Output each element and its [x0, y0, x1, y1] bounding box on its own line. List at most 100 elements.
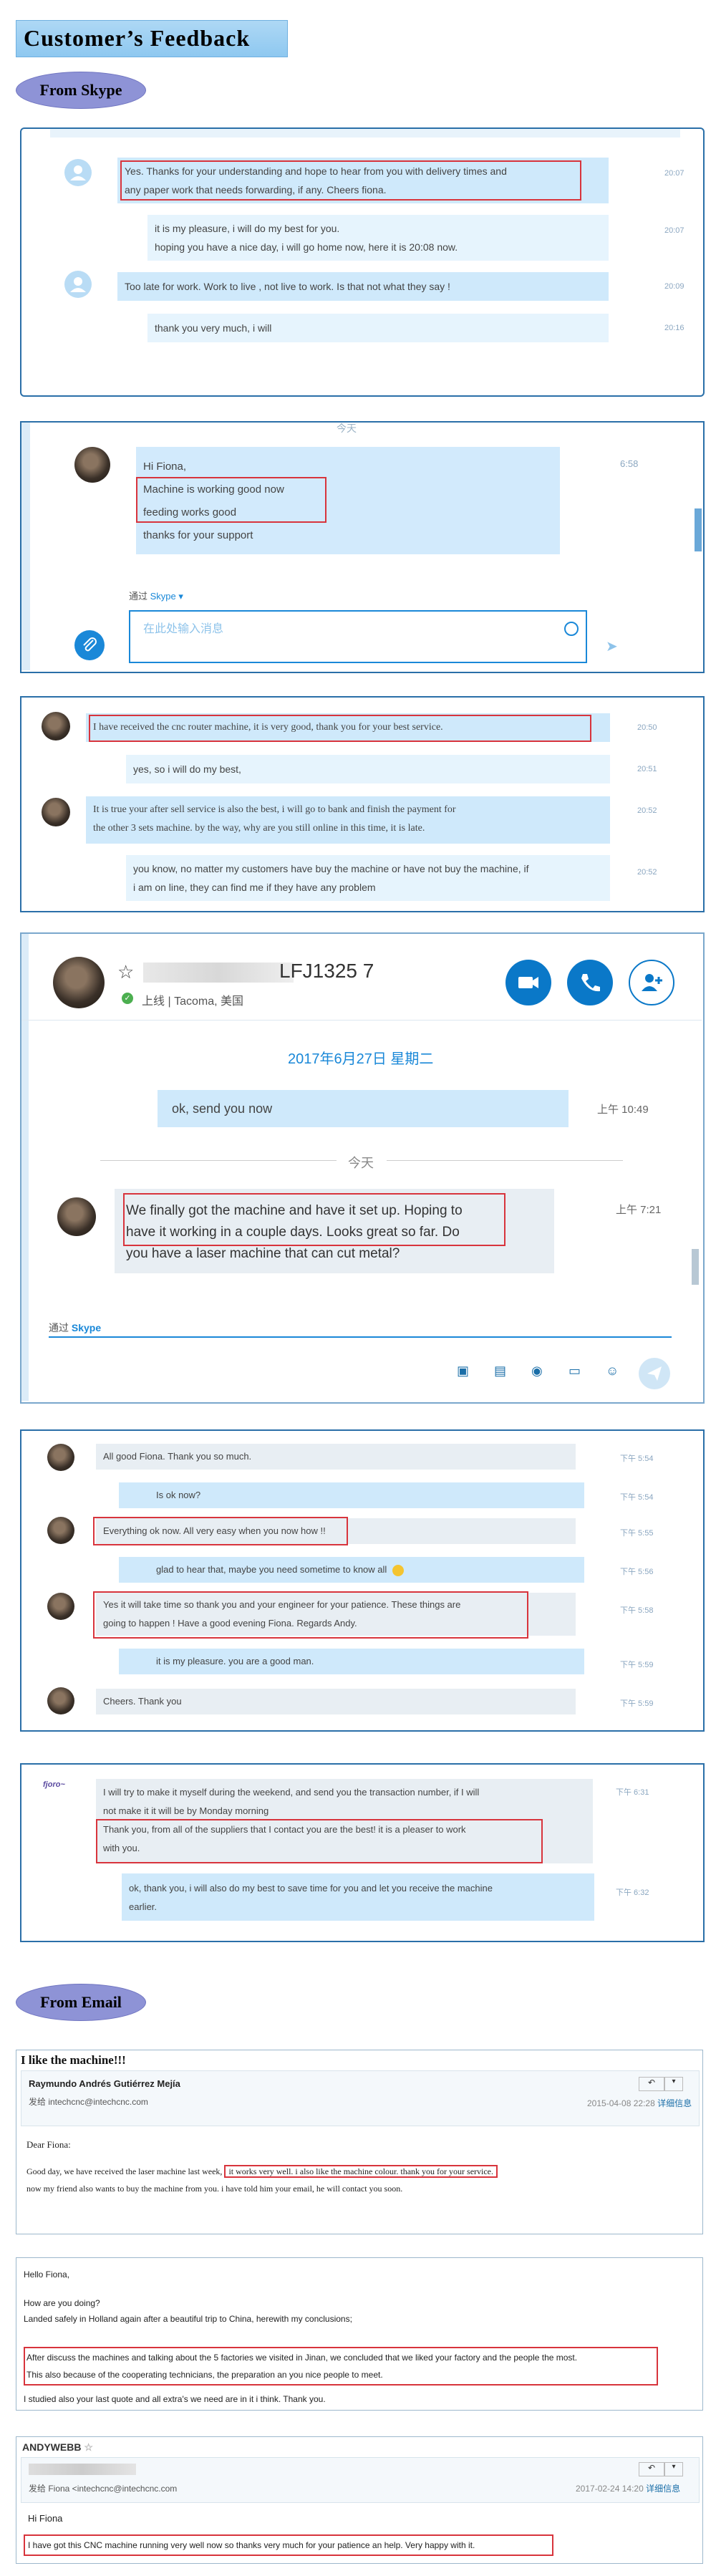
email-body-line: now my friend also wants to buy the mach…	[26, 2184, 403, 2194]
chat-message: It is true your after sell service is al…	[86, 796, 610, 844]
star-icon[interactable]: ☆	[84, 2441, 93, 2453]
add-person-icon	[642, 974, 662, 991]
chevron-down-icon[interactable]: ▾	[178, 591, 183, 602]
add-contact-button[interactable]	[629, 960, 674, 1005]
email-panel-2: Hello Fiona, How are you doing? Landed s…	[16, 2257, 703, 2411]
skype-section-text: From Skype	[39, 81, 122, 99]
person-icon	[70, 165, 86, 180]
emoji-icon[interactable]	[564, 622, 579, 636]
chat-message: All good Fiona. Thank you so much.	[96, 1444, 576, 1470]
header-divider	[21, 1020, 702, 1021]
side-strip	[21, 423, 30, 670]
highlight-box	[89, 715, 591, 742]
email-date: 2015-04-08 22:28	[587, 2098, 655, 2108]
chat-message: Cheers. Thank you	[96, 1689, 576, 1714]
message-time: 20:09	[664, 282, 684, 291]
emoji-icon[interactable]: ☺	[606, 1364, 619, 1379]
file-icon[interactable]: ▤	[494, 1364, 506, 1379]
message-line: I will try to make it myself during the …	[103, 1787, 480, 1798]
attach-button[interactable]	[74, 630, 105, 660]
message-time: 20:52	[637, 868, 657, 877]
chat-message: yes, so i will do my best,	[126, 755, 610, 783]
message-input[interactable]: 在此处输入消息	[129, 610, 587, 663]
highlight-box	[93, 1517, 348, 1545]
message-time: 20:52	[637, 806, 657, 815]
contact-avatar	[47, 1444, 74, 1471]
blurred-name	[143, 963, 294, 983]
message-line: not make it it will be by Monday morning	[103, 1805, 269, 1816]
message-time: 20:07	[664, 169, 684, 178]
message-time: 6:58	[620, 458, 639, 469]
details-link[interactable]: 详细信息	[646, 2484, 680, 2494]
page-title-banner: Customer’s Feedback	[16, 20, 288, 57]
email-body-line: I studied also your last quote and all e…	[24, 2394, 326, 2404]
message-line: glad to hear that, maybe you need someti…	[156, 1564, 387, 1575]
highlight-box: I have got this CNC machine running very…	[24, 2534, 553, 2556]
email-section-label: From Email	[16, 1984, 146, 2021]
chat-message: ok, send you now	[158, 1090, 569, 1127]
favorite-star-icon[interactable]: ☆	[117, 961, 134, 983]
via-label-row: 通过 Skype	[49, 1321, 101, 1335]
highlight-box	[96, 1819, 543, 1863]
scrollbar[interactable]	[692, 1249, 699, 1285]
divider-line	[387, 1160, 623, 1161]
email-section-text: From Email	[40, 1993, 122, 2011]
via-app[interactable]: Skype	[72, 1322, 101, 1333]
email-body-line: Landed safely in Holland again after a b…	[24, 2314, 352, 2324]
contact-name: LFJ1325 7	[279, 960, 374, 982]
send-button[interactable]	[639, 1358, 670, 1389]
message-time: 下午 5:55	[620, 1529, 654, 1538]
date-divider: 2017年6月27日 星期二	[288, 1051, 434, 1067]
audio-call-button[interactable]	[567, 960, 613, 1005]
location-text: Tacoma, 美国	[174, 995, 243, 1008]
chat-message: it is my pleasure, i will do my best for…	[147, 215, 609, 261]
message-input[interactable]	[49, 1336, 672, 1338]
contact-avatar	[47, 1687, 74, 1714]
contact-avatar	[42, 712, 70, 741]
send-icon[interactable]: ➤	[606, 637, 618, 655]
scrollbar[interactable]	[695, 508, 702, 551]
email-recipient: 发给 intechcnc@intechcnc.com	[29, 2097, 148, 2107]
message-time: 下午 6:32	[616, 1888, 649, 1897]
message-time: 20:16	[664, 324, 684, 332]
message-line: i am on line, they can find me if they h…	[133, 882, 376, 893]
email-body-line: Hello Fiona,	[24, 2269, 70, 2280]
message-time: 20:50	[637, 723, 657, 732]
message-line: the other 3 sets machine. by the way, wh…	[93, 823, 425, 834]
page-title: Customer’s Feedback	[24, 25, 251, 51]
email-header: Raymundo Andrés Gutiérrez Mejía 发给 intec…	[21, 2070, 700, 2126]
reply-button[interactable]: ↶	[639, 2462, 664, 2476]
chat-panel-2: 今天 Hi Fiona, Machine is working good now…	[20, 421, 705, 673]
via-app[interactable]: Skype	[150, 591, 176, 602]
email-greeting: Dear Fiona:	[26, 2139, 71, 2150]
send-icon	[647, 1366, 662, 1381]
skype-section-label: From Skype	[16, 72, 146, 109]
more-button[interactable]: ▾	[664, 2462, 683, 2476]
reply-button[interactable]: ↶	[639, 2077, 664, 2091]
details-link[interactable]: 详细信息	[657, 2098, 692, 2108]
contact-card-icon[interactable]: ▭	[569, 1364, 581, 1379]
contact-logo: fjoro~	[43, 1780, 65, 1789]
email-date-row: 2015-04-08 22:28 详细信息	[587, 2097, 692, 2109]
chat-message: it is my pleasure. you are a good man.	[119, 1649, 584, 1674]
image-icon[interactable]: ▣	[457, 1364, 469, 1379]
message-time: 20:07	[664, 226, 684, 235]
highlighted-body-text: it works very well. i also like the mach…	[224, 2165, 498, 2178]
message-line: you have a laser machine that can cut me…	[126, 1246, 400, 1261]
more-button[interactable]: ▾	[664, 2077, 683, 2091]
email-header: 发给 Fiona <intechcnc@intechcnc.com ↶ ▾ 20…	[21, 2457, 700, 2503]
chat-message: Is ok now?	[119, 1482, 584, 1508]
highlight-box: After discuss the machines and talking a…	[24, 2347, 658, 2386]
scroll-fade	[50, 129, 680, 138]
message-time: 上午 7:21	[616, 1204, 662, 1216]
chat-bubble-icon[interactable]: ◉	[531, 1364, 543, 1379]
chat-panel-3: I have received the cnc router machine, …	[20, 696, 705, 912]
date-divider: 今天	[337, 423, 357, 434]
chat-message: thank you very much, i will	[147, 314, 609, 342]
highlight-box	[93, 1591, 528, 1639]
phone-icon	[581, 974, 600, 992]
contact-avatar	[64, 271, 92, 298]
blurred-subject	[29, 2464, 136, 2475]
video-call-button[interactable]	[505, 960, 551, 1005]
date-divider: 今天	[348, 1156, 374, 1170]
